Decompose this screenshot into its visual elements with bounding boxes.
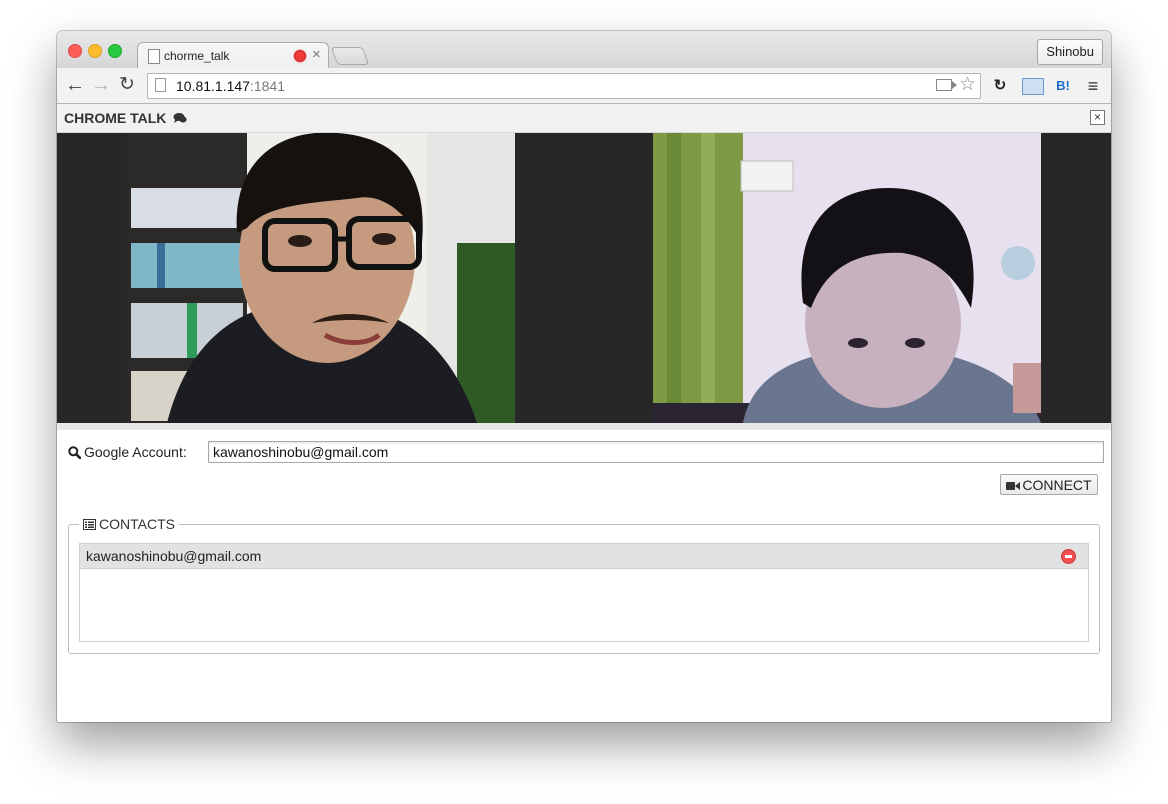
forward-button[interactable]: →: [91, 73, 111, 97]
local-video: [127, 133, 515, 423]
remote-video-image: [653, 133, 1041, 423]
chrome-menu-icon[interactable]: ≡: [1084, 76, 1102, 96]
google-account-label: Google Account:: [68, 444, 187, 460]
chat-bubbles-icon: [173, 113, 187, 123]
google-account-label-text: Google Account:: [84, 444, 187, 460]
contacts-legend: CONTACTS: [79, 516, 179, 532]
video-area: [57, 133, 1111, 423]
connect-button[interactable]: CONNECT: [1000, 474, 1098, 495]
window-extension-icon[interactable]: [1022, 78, 1044, 95]
url-port: :1841: [249, 78, 286, 94]
url-host: 10.81.1.147: [176, 78, 250, 94]
contacts-legend-text: CONTACTS: [99, 516, 175, 532]
recording-icon: [294, 50, 306, 62]
close-window-button[interactable]: [68, 44, 82, 58]
video-camera-icon: [1006, 482, 1021, 490]
bookmark-star-icon[interactable]: ☆: [959, 74, 976, 96]
google-account-input[interactable]: [208, 441, 1104, 463]
hatena-bookmark-icon[interactable]: B!: [1053, 76, 1073, 96]
browser-window: chorme_talk × Shinobu ← → ↻ 10.81.1.147:…: [57, 31, 1111, 722]
contacts-panel: CONTACTS kawanoshinobu@gmail.com: [68, 516, 1100, 654]
reload-button[interactable]: ↻: [119, 73, 135, 97]
camera-in-use-icon[interactable]: [936, 79, 957, 91]
sync-extension-icon[interactable]: ↻: [990, 76, 1010, 96]
app-header: CHROME TALK ×: [57, 104, 1111, 133]
app-close-button[interactable]: ×: [1090, 110, 1105, 125]
list-icon: [83, 519, 96, 530]
video-divider: [57, 423, 1111, 430]
browser-toolbar: ← → ↻ 10.81.1.147:1841 ☆ ↻ B! ≡: [57, 68, 1111, 104]
connect-label: CONNECT: [1022, 477, 1092, 493]
contact-list: kawanoshinobu@gmail.com: [79, 543, 1089, 642]
maximize-window-button[interactable]: [108, 44, 122, 58]
new-tab-button[interactable]: [330, 47, 370, 65]
minimize-window-button[interactable]: [88, 44, 102, 58]
back-button[interactable]: ←: [65, 73, 85, 97]
tab-title: chorme_talk: [164, 49, 230, 63]
contact-email[interactable]: kawanoshinobu@gmail.com: [86, 548, 261, 564]
remote-video: [653, 133, 1041, 423]
app-title: CHROME TALK: [64, 110, 187, 126]
tab-chorme-talk[interactable]: chorme_talk ×: [137, 42, 329, 70]
tab-strip: chorme_talk × Shinobu: [57, 31, 1111, 70]
page-icon: [148, 49, 160, 64]
remove-contact-icon[interactable]: [1061, 549, 1076, 564]
app-title-text: CHROME TALK: [64, 110, 167, 126]
url-text[interactable]: 10.81.1.147:1841: [176, 78, 285, 94]
address-bar[interactable]: 10.81.1.147:1841 ☆: [147, 73, 981, 99]
page-icon: [155, 78, 166, 92]
contact-list-item[interactable]: kawanoshinobu@gmail.com: [80, 544, 1088, 569]
tab-close-icon[interactable]: ×: [312, 46, 321, 63]
search-icon: [68, 446, 82, 460]
profile-button[interactable]: Shinobu: [1037, 39, 1103, 65]
local-video-image: [127, 133, 515, 423]
